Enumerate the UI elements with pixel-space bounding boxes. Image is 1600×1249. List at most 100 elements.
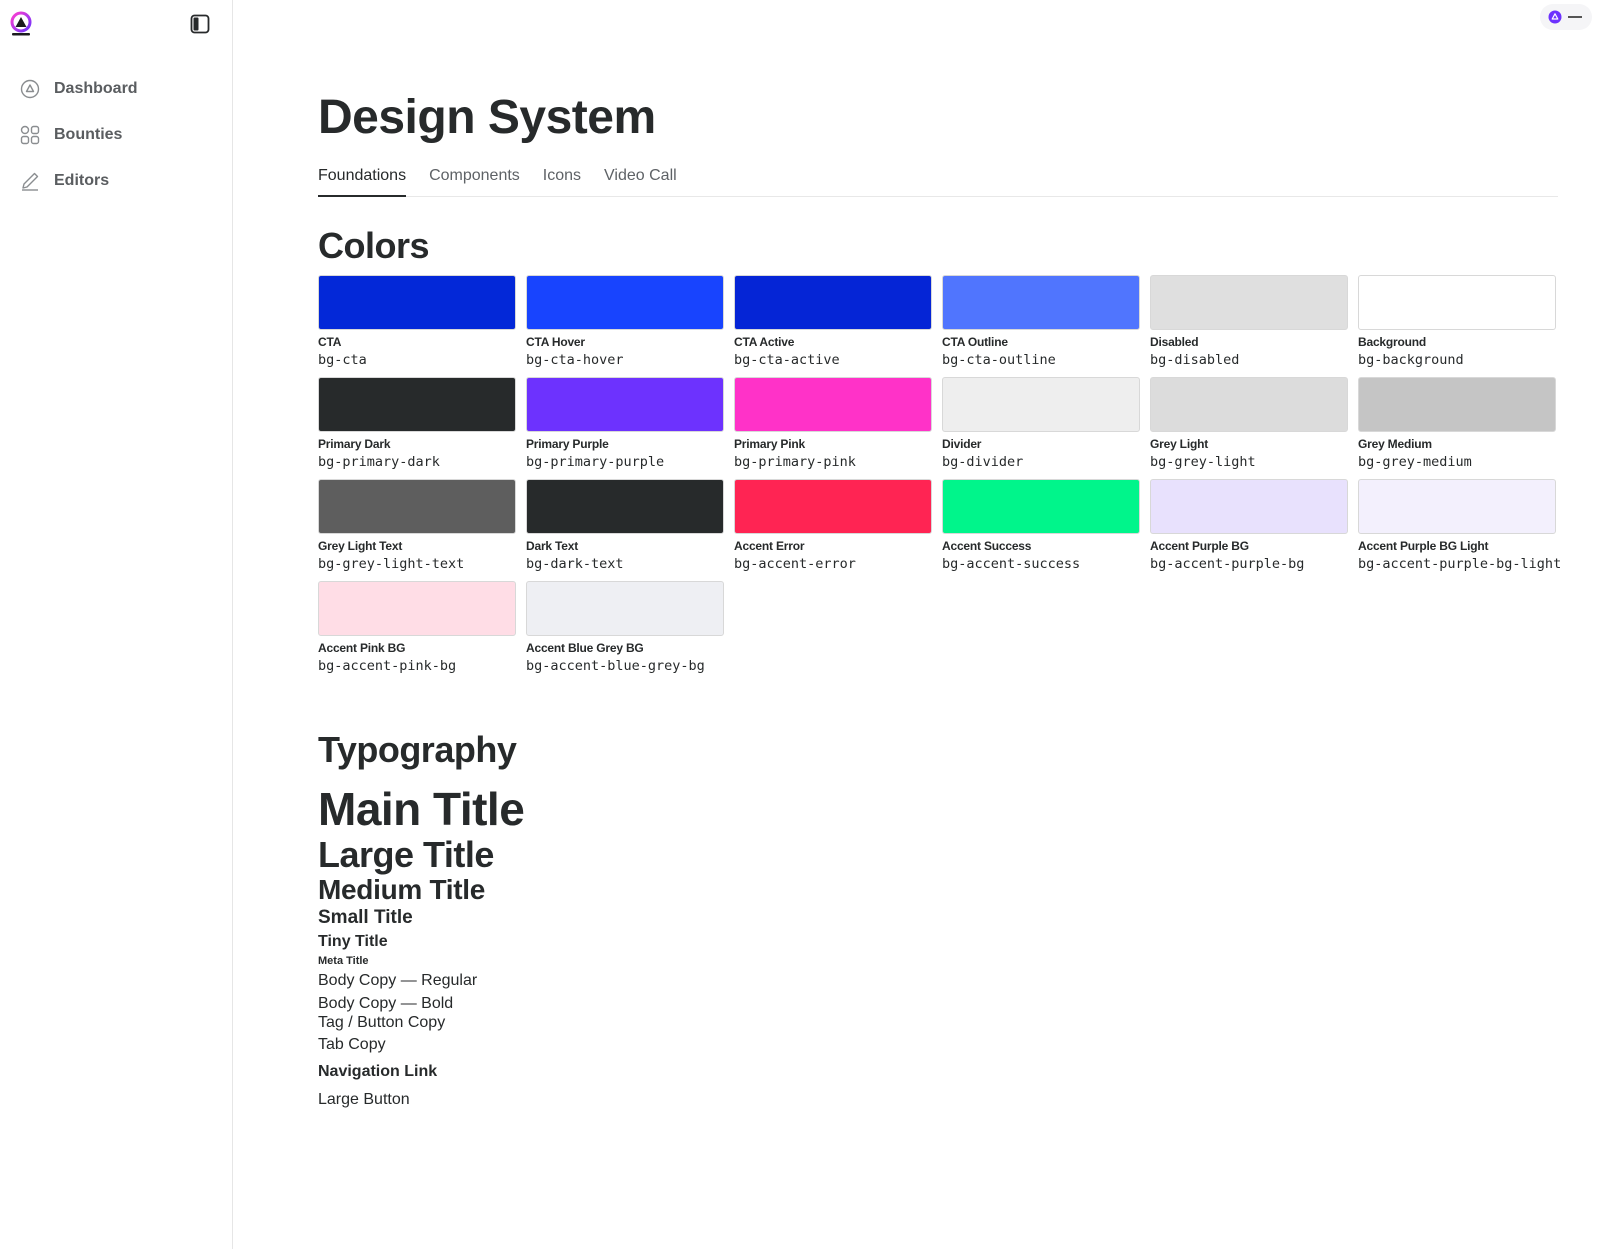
sidebar-item-label: Bounties <box>54 126 123 143</box>
color-swatch-name: Disabled <box>1150 335 1199 349</box>
color-swatch <box>526 377 724 432</box>
color-swatch <box>734 275 932 330</box>
color-swatch-class: bg-accent-pink-bg <box>318 658 457 674</box>
color-swatch-card: Accent Pink BG bg-accent-pink-bg <box>318 581 516 674</box>
sidebar-nav: Dashboard Bounties Editors <box>19 66 138 204</box>
color-swatch <box>942 377 1140 432</box>
minimize-icon <box>1568 16 1582 18</box>
color-swatch-card: CTA Active bg-cta-active <box>734 275 932 368</box>
sidebar-item-editors[interactable]: Editors <box>19 158 138 204</box>
colors-heading: Colors <box>318 225 430 266</box>
color-swatch-class: bg-primary-pink <box>734 454 856 470</box>
color-swatch-name: Background <box>1358 335 1427 349</box>
color-swatch-card: Grey Medium bg-grey-medium <box>1358 377 1556 470</box>
sidebar-item-bounties[interactable]: Bounties <box>19 112 138 158</box>
color-swatch-class: bg-disabled <box>1150 352 1240 368</box>
color-swatch-card: Accent Purple BG Light bg-accent-purple-b… <box>1358 479 1562 572</box>
pencil-icon <box>19 170 41 192</box>
tab-video-call[interactable]: Video Call <box>604 167 677 197</box>
sidebar-item-label: Dashboard <box>54 80 138 97</box>
color-swatch-class: bg-cta-hover <box>526 352 624 368</box>
user-menu[interactable] <box>1540 4 1592 30</box>
color-swatch <box>1150 275 1348 330</box>
color-swatch-name: Grey Light <box>1150 437 1209 451</box>
color-swatch-class: bg-accent-purple-bg <box>1150 556 1305 572</box>
color-swatch-card: Disabled bg-disabled <box>1150 275 1348 368</box>
color-swatch-name: CTA Hover <box>526 335 585 349</box>
color-swatch-class: bg-accent-blue-grey-bg <box>526 658 705 674</box>
tab-components[interactable]: Components <box>429 167 520 197</box>
color-swatch <box>526 479 724 534</box>
color-swatch <box>734 377 932 432</box>
tab-foundations[interactable]: Foundations <box>318 167 407 197</box>
app-logo-icon[interactable] <box>9 11 33 37</box>
color-swatch <box>942 275 1140 330</box>
sidebar-toggle-button[interactable] <box>190 14 210 34</box>
color-swatch-class: bg-accent-purple-bg-light <box>1358 556 1562 572</box>
meta-title-sample: Meta Title <box>318 955 369 967</box>
large-button-sample: Large Button <box>318 1091 410 1108</box>
color-swatch-card: Accent Error bg-accent-error <box>734 479 932 572</box>
color-swatch-class: bg-accent-error <box>734 556 856 572</box>
color-swatch <box>734 479 932 534</box>
color-swatch-grid: CTA bg-cta CTA Hover bg-cta-hover CTA Active… <box>318 275 1562 674</box>
nav-link-sample: Navigation Link <box>318 1063 438 1080</box>
color-swatch <box>1150 377 1348 432</box>
color-swatch <box>1358 275 1556 330</box>
color-swatch <box>1150 479 1348 534</box>
color-swatch-class: bg-cta-active <box>734 352 840 368</box>
color-swatch-name: Grey Medium <box>1358 437 1432 451</box>
color-swatch-name: Accent Pink BG <box>318 641 406 655</box>
tab-copy-sample: Tab Copy <box>318 1036 386 1053</box>
color-swatch-name: Accent Blue Grey BG <box>526 641 644 655</box>
color-swatch-card: Accent Success bg-accent-success <box>942 479 1140 572</box>
color-swatch-class: bg-grey-light-text <box>318 556 465 572</box>
color-swatch-name: Primary Pink <box>734 437 805 451</box>
tiny-title-sample: Tiny Title <box>318 933 388 950</box>
color-swatch-card: Primary Dark bg-primary-dark <box>318 377 516 470</box>
color-swatch-name: Dark Text <box>526 539 579 553</box>
color-swatch-name: Primary Dark <box>318 437 391 451</box>
color-swatch-class: bg-dark-text <box>526 556 624 572</box>
color-swatch-name: Grey Light Text <box>318 539 403 553</box>
color-swatch-card: Primary Pink bg-primary-pink <box>734 377 932 470</box>
color-swatch-card: CTA bg-cta <box>318 275 516 368</box>
avatar-icon <box>1548 10 1562 24</box>
color-swatch <box>526 275 724 330</box>
medium-title-sample: Medium Title <box>318 874 486 905</box>
color-swatch-card: Divider bg-divider <box>942 377 1140 470</box>
grid-icon <box>19 124 41 146</box>
color-swatch <box>318 581 516 636</box>
color-swatch-class: bg-cta-outline <box>942 352 1056 368</box>
color-swatch-card: CTA Outline bg-cta-outline <box>942 275 1140 368</box>
color-swatch-card: CTA Hover bg-cta-hover <box>526 275 724 368</box>
color-swatch-class: bg-background <box>1358 352 1464 368</box>
dashboard-icon <box>19 78 41 100</box>
color-swatch-class: bg-grey-medium <box>1358 454 1472 470</box>
color-swatch-name: Primary Purple <box>526 437 609 451</box>
color-swatch-card: Grey Light bg-grey-light <box>1150 377 1348 470</box>
color-swatch <box>1358 377 1556 432</box>
color-swatch-class: bg-cta <box>318 352 367 368</box>
color-swatch-name: Accent Purple BG Light <box>1358 539 1489 553</box>
body-regular-sample: Body Copy — Regular <box>318 972 478 989</box>
color-swatch-name: CTA <box>318 335 342 349</box>
sidebar: Dashboard Bounties Editors <box>0 0 233 1249</box>
color-swatch-name: Accent Error <box>734 539 805 553</box>
tab-bar: Foundations Components Icons Video Call <box>318 167 1558 197</box>
color-swatch <box>318 479 516 534</box>
color-swatch <box>318 377 516 432</box>
color-swatch-class: bg-primary-purple <box>526 454 665 470</box>
sidebar-item-dashboard[interactable]: Dashboard <box>19 66 138 112</box>
color-swatch-name: CTA Outline <box>942 335 1008 349</box>
sidebar-toggle-icon <box>190 14 210 34</box>
color-swatch <box>942 479 1140 534</box>
color-swatch-card: Accent Blue Grey BG bg-accent-blue-grey-b… <box>526 581 724 674</box>
color-swatch-card: Dark Text bg-dark-text <box>526 479 724 572</box>
tab-icons[interactable]: Icons <box>543 167 581 197</box>
sidebar-item-label: Editors <box>54 172 110 189</box>
typography-heading: Typography <box>318 729 517 770</box>
color-swatch <box>526 581 724 636</box>
color-swatch-class: bg-divider <box>942 454 1024 470</box>
large-title-sample: Large Title <box>318 834 494 875</box>
